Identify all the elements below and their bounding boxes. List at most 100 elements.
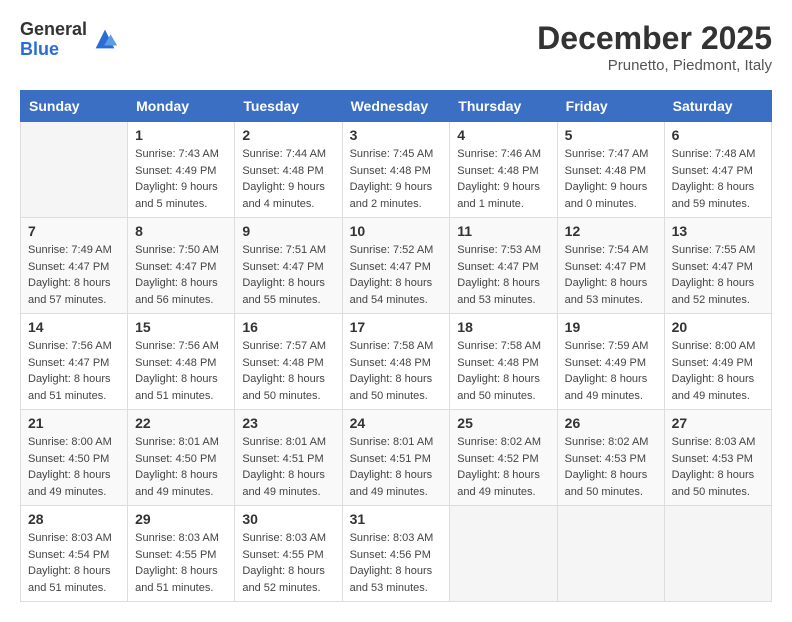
day-number: 17 (350, 319, 443, 335)
day-number: 3 (350, 127, 443, 143)
day-info: Sunrise: 8:03 AMSunset: 4:53 PMDaylight:… (672, 434, 764, 500)
day-number: 16 (242, 319, 334, 335)
day-number: 6 (672, 127, 764, 143)
calendar-cell: 25Sunrise: 8:02 AMSunset: 4:52 PMDayligh… (450, 410, 557, 506)
calendar-cell (21, 122, 128, 218)
calendar-cell: 22Sunrise: 8:01 AMSunset: 4:50 PMDayligh… (128, 410, 235, 506)
calendar-cell: 17 Sunrise: 7:58 AMSunset: 4:48 PMDayligh… (342, 314, 450, 410)
month-title: December 2025 (537, 20, 772, 57)
day-info: Sunrise: 8:03 AMSunset: 4:54 PMDaylight:… (28, 530, 120, 596)
calendar-day-header: Sunday (21, 91, 128, 122)
day-info: Sunrise: 7:52 AMSunset: 4:47 PMDaylight:… (350, 242, 443, 308)
calendar-week-row: 28 Sunrise: 8:03 AMSunset: 4:54 PMDayligh… (21, 506, 772, 602)
day-info: Sunrise: 7:43 AMSunset: 4:49 PMDaylight:… (135, 146, 227, 212)
day-info: Sunrise: 7:46 AMSunset: 4:48 PMDaylight:… (457, 146, 549, 212)
calendar-day-header: Thursday (450, 91, 557, 122)
day-info: Sunrise: 7:57 AMSunset: 4:48 PMDaylight:… (242, 338, 334, 404)
calendar-cell: 1 Sunrise: 7:43 AMSunset: 4:49 PMDaylight… (128, 122, 235, 218)
day-number: 11 (457, 223, 549, 239)
calendar-cell: 7 Sunrise: 7:49 AMSunset: 4:47 PMDaylight… (21, 218, 128, 314)
day-number: 25 (457, 415, 549, 431)
calendar-cell: 14Sunrise: 7:56 AMSunset: 4:47 PMDayligh… (21, 314, 128, 410)
calendar-cell: 11 Sunrise: 7:53 AMSunset: 4:47 PMDayligh… (450, 218, 557, 314)
day-number: 12 (565, 223, 657, 239)
calendar-cell: 10 Sunrise: 7:52 AMSunset: 4:47 PMDayligh… (342, 218, 450, 314)
calendar-day-header: Wednesday (342, 91, 450, 122)
day-info: Sunrise: 7:45 AMSunset: 4:48 PMDaylight:… (350, 146, 443, 212)
day-number: 8 (135, 223, 227, 239)
day-info: Sunrise: 7:55 AMSunset: 4:47 PMDaylight:… (672, 242, 764, 308)
day-number: 28 (28, 511, 120, 527)
day-number: 10 (350, 223, 443, 239)
day-info: Sunrise: 8:03 AMSunset: 4:55 PMDaylight:… (242, 530, 334, 596)
calendar-cell: 13 Sunrise: 7:55 AMSunset: 4:47 PMDayligh… (664, 218, 771, 314)
day-number: 18 (457, 319, 549, 335)
day-number: 24 (350, 415, 443, 431)
day-number: 26 (565, 415, 657, 431)
calendar-cell: 19 Sunrise: 7:59 AMSunset: 4:49 PMDayligh… (557, 314, 664, 410)
day-info: Sunrise: 7:53 AMSunset: 4:47 PMDaylight:… (457, 242, 549, 308)
calendar-day-header: Friday (557, 91, 664, 122)
day-info: Sunrise: 7:51 AMSunset: 4:47 PMDaylight:… (242, 242, 334, 308)
location: Prunetto, Piedmont, Italy (537, 57, 772, 74)
calendar-day-header: Saturday (664, 91, 771, 122)
calendar-cell: 15Sunrise: 7:56 AMSunset: 4:48 PMDayligh… (128, 314, 235, 410)
title-section: December 2025 Prunetto, Piedmont, Italy (537, 20, 772, 74)
day-number: 30 (242, 511, 334, 527)
calendar-cell: 4 Sunrise: 7:46 AMSunset: 4:48 PMDaylight… (450, 122, 557, 218)
day-number: 31 (350, 511, 443, 527)
calendar-cell: 27 Sunrise: 8:03 AMSunset: 4:53 PMDayligh… (664, 410, 771, 506)
day-number: 15 (135, 319, 227, 335)
day-number: 4 (457, 127, 549, 143)
day-number: 2 (242, 127, 334, 143)
day-number: 14 (28, 319, 120, 335)
calendar-day-header: Tuesday (235, 91, 342, 122)
calendar-cell: 21Sunrise: 8:00 AMSunset: 4:50 PMDayligh… (21, 410, 128, 506)
calendar-cell: 20 Sunrise: 8:00 AMSunset: 4:49 PMDayligh… (664, 314, 771, 410)
calendar-cell: 29Sunrise: 8:03 AMSunset: 4:55 PMDayligh… (128, 506, 235, 602)
calendar-cell: 5 Sunrise: 7:47 AMSunset: 4:48 PMDaylight… (557, 122, 664, 218)
logo: General Blue (20, 20, 119, 60)
calendar-cell: 24Sunrise: 8:01 AMSunset: 4:51 PMDayligh… (342, 410, 450, 506)
day-number: 9 (242, 223, 334, 239)
day-info: Sunrise: 7:49 AMSunset: 4:47 PMDaylight:… (28, 242, 120, 308)
day-info: Sunrise: 8:00 AMSunset: 4:49 PMDaylight:… (672, 338, 764, 404)
calendar-cell (557, 506, 664, 602)
calendar-cell: 18Sunrise: 7:58 AMSunset: 4:48 PMDayligh… (450, 314, 557, 410)
day-number: 13 (672, 223, 764, 239)
day-number: 29 (135, 511, 227, 527)
calendar-cell (664, 506, 771, 602)
calendar-table: SundayMondayTuesdayWednesdayThursdayFrid… (20, 90, 772, 602)
day-info: Sunrise: 7:59 AMSunset: 4:49 PMDaylight:… (565, 338, 657, 404)
calendar-week-row: 14Sunrise: 7:56 AMSunset: 4:47 PMDayligh… (21, 314, 772, 410)
calendar-cell (450, 506, 557, 602)
calendar-cell: 8 Sunrise: 7:50 AMSunset: 4:47 PMDaylight… (128, 218, 235, 314)
calendar-day-header: Monday (128, 91, 235, 122)
day-number: 27 (672, 415, 764, 431)
calendar-cell: 28 Sunrise: 8:03 AMSunset: 4:54 PMDayligh… (21, 506, 128, 602)
day-info: Sunrise: 8:00 AMSunset: 4:50 PMDaylight:… (28, 434, 120, 500)
day-info: Sunrise: 8:01 AMSunset: 4:51 PMDaylight:… (242, 434, 334, 500)
day-info: Sunrise: 7:44 AMSunset: 4:48 PMDaylight:… (242, 146, 334, 212)
calendar-cell: 30 Sunrise: 8:03 AMSunset: 4:55 PMDayligh… (235, 506, 342, 602)
day-number: 7 (28, 223, 120, 239)
day-info: Sunrise: 7:48 AMSunset: 4:47 PMDaylight:… (672, 146, 764, 212)
day-info: Sunrise: 7:47 AMSunset: 4:48 PMDaylight:… (565, 146, 657, 212)
calendar-cell: 26Sunrise: 8:02 AMSunset: 4:53 PMDayligh… (557, 410, 664, 506)
day-info: Sunrise: 7:58 AMSunset: 4:48 PMDaylight:… (350, 338, 443, 404)
day-number: 19 (565, 319, 657, 335)
day-info: Sunrise: 8:03 AMSunset: 4:56 PMDaylight:… (350, 530, 443, 596)
calendar-cell: 23 Sunrise: 8:01 AMSunset: 4:51 PMDayligh… (235, 410, 342, 506)
calendar-header-row: SundayMondayTuesdayWednesdayThursdayFrid… (21, 91, 772, 122)
page-header: General Blue December 2025 Prunetto, Pie… (20, 20, 772, 74)
day-number: 23 (242, 415, 334, 431)
day-info: Sunrise: 7:50 AMSunset: 4:47 PMDaylight:… (135, 242, 227, 308)
day-number: 20 (672, 319, 764, 335)
calendar-cell: 31 Sunrise: 8:03 AMSunset: 4:56 PMDayligh… (342, 506, 450, 602)
day-number: 5 (565, 127, 657, 143)
logo-general-text: General (20, 20, 87, 40)
day-number: 22 (135, 415, 227, 431)
day-info: Sunrise: 7:54 AMSunset: 4:47 PMDaylight:… (565, 242, 657, 308)
calendar-cell: 12 Sunrise: 7:54 AMSunset: 4:47 PMDayligh… (557, 218, 664, 314)
day-number: 1 (135, 127, 227, 143)
